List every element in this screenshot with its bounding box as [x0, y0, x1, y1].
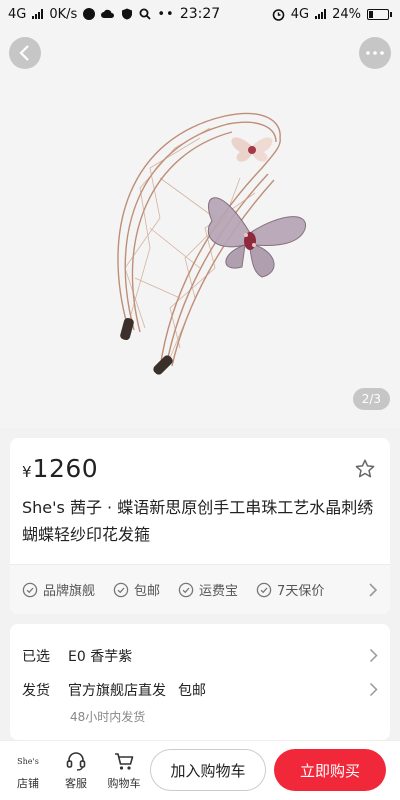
check-circle-icon: [256, 582, 272, 597]
selected-value: E0 香芋紫: [68, 649, 133, 665]
shipping-time: 48小时内发货: [70, 710, 146, 724]
notification-icon: [83, 8, 96, 20]
network-type: 4G: [8, 6, 27, 22]
signal-icon: [32, 9, 44, 19]
shop-logo-icon: She's: [17, 750, 39, 772]
add-to-cart-button[interactable]: 加入购物车: [150, 749, 266, 791]
cart-label: 购物车: [107, 777, 141, 790]
battery-icon: [367, 8, 392, 20]
cart-icon: [113, 750, 135, 772]
selected-label: 已选: [22, 649, 50, 665]
shop-logo: She's: [17, 756, 39, 766]
buy-now-button[interactable]: 立即购买: [274, 749, 386, 791]
battery-fill: [369, 10, 374, 18]
chevron-right-icon: [369, 682, 378, 697]
shop-label: 店铺: [17, 777, 39, 790]
headset-icon: [65, 750, 87, 772]
check-circle-icon: [22, 582, 38, 597]
chevron-left-icon: [19, 45, 29, 61]
guarantee-label: 运费宝: [199, 584, 239, 599]
guarantee-item: 品牌旗舰: [22, 580, 95, 599]
search-icon: [139, 8, 151, 20]
customer-service-button[interactable]: 客服: [54, 750, 98, 791]
chevron-right-icon: [369, 648, 378, 663]
shipping-label: 发货: [22, 683, 50, 699]
selection-card: 已选 E0 香芋紫 发货 官方旗舰店直发 包邮 48小时内发货: [10, 624, 390, 740]
product-info-card: ¥ 1260 She's 茜子 · 蝶语新思原创手工串珠工艺水晶刺绣蝴蝶轻纱印花…: [10, 438, 390, 614]
status-left: 4G 0K/s ••: [8, 7, 175, 22]
cart-button[interactable]: 购物车: [102, 750, 146, 791]
status-right: 4G 24%: [272, 7, 392, 22]
favorite-star-icon[interactable]: [354, 458, 376, 480]
alarm-icon: [272, 8, 285, 21]
guarantee-item: 7天保价: [256, 580, 324, 599]
chevron-right-icon: [369, 583, 378, 597]
shipping-value: 官方旗舰店直发: [68, 683, 166, 699]
shield-icon: [122, 8, 133, 20]
guarantee-label: 7天保价: [277, 584, 325, 599]
shipping-extra: 包邮: [178, 683, 206, 699]
service-label: 客服: [65, 777, 87, 790]
headband-image: [117, 112, 306, 375]
cloud-icon: [101, 9, 115, 18]
shipping-row[interactable]: 发货 官方旗舰店直发 包邮: [22, 680, 378, 700]
battery-percent: 24%: [332, 6, 361, 22]
image-counter: 2/3: [352, 388, 390, 410]
guarantee-item: 包邮: [113, 580, 160, 599]
bottom-action-bar: She's 店铺 客服 购物车 加入购物车 立即购买: [0, 740, 400, 800]
guarantee-row[interactable]: 品牌旗舰 包邮 运费宝 7天保价: [10, 564, 390, 614]
more-button[interactable]: [359, 37, 391, 69]
more-status-dots: ••: [157, 6, 175, 22]
product-title: She's 茜子 · 蝶语新思原创手工串珠工艺水晶刺绣蝴蝶轻纱印花发箍: [22, 498, 374, 544]
shop-button[interactable]: She's 店铺: [6, 750, 50, 791]
signal-icon-right: [315, 9, 327, 19]
guarantee-label: 包邮: [134, 584, 161, 599]
price-value: 1260: [32, 454, 99, 483]
price: ¥ 1260: [22, 454, 98, 483]
ellipsis-icon: [366, 51, 384, 55]
selected-spec-row[interactable]: 已选 E0 香芋紫: [22, 646, 378, 666]
back-button[interactable]: [9, 37, 41, 69]
price-symbol: ¥: [22, 463, 32, 481]
check-circle-icon: [178, 582, 194, 597]
status-bar: 4G 0K/s •• 23:27 4G 24%: [0, 0, 400, 28]
network-type-right: 4G: [290, 6, 310, 22]
guarantee-item: 运费宝: [178, 580, 238, 599]
guarantee-label: 品牌旗舰: [43, 584, 96, 599]
product-image-gallery[interactable]: 2/3: [0, 28, 400, 428]
network-speed: 0K/s: [49, 6, 78, 22]
check-circle-icon: [113, 582, 129, 597]
